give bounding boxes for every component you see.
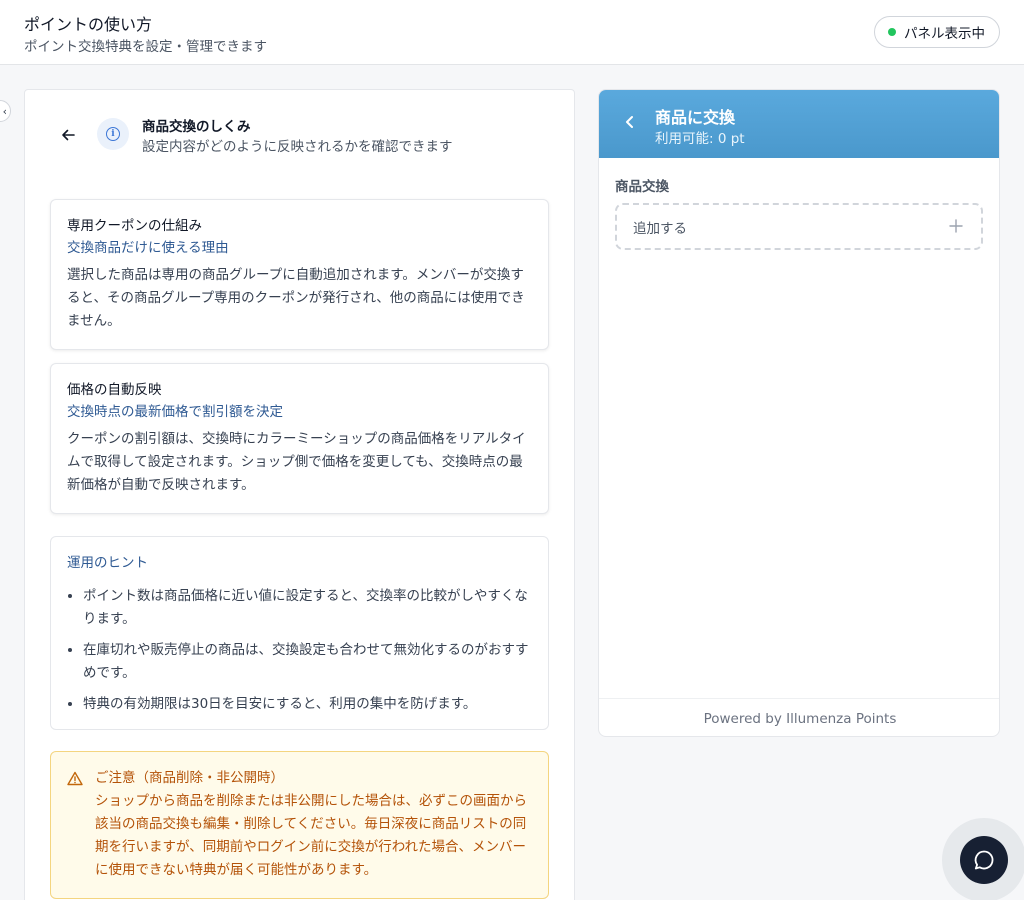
collapse-sidebar-button[interactable]: ‹	[0, 100, 11, 122]
back-button[interactable]	[57, 124, 79, 146]
section-label: 商品交換	[615, 179, 669, 195]
status-label: パネル表示中	[904, 26, 985, 42]
status-dot-icon	[888, 28, 896, 36]
powered-by-footer: Powered by Illumenza Points	[599, 698, 999, 736]
page-title: ポイントの使い方	[24, 15, 153, 34]
info-icon: i	[106, 127, 120, 141]
preview-header: 商品に交換 利用可能: 0 pt	[599, 90, 999, 158]
panel-title: 商品交換のしくみ	[142, 119, 251, 135]
arrow-left-icon	[62, 129, 75, 141]
info-badge: i	[97, 118, 129, 150]
list-item: 特典の有効期限は30日を目安にすると、利用の集中を防げます。	[83, 693, 532, 716]
chat-bubble-icon	[974, 850, 994, 870]
tips-card: 運用のヒント ポイント数は商品価格に近い値に設定すると、交換率の比較がしやすくな…	[50, 536, 549, 730]
page-subtitle: ポイント交換特典を設定・管理できます	[24, 39, 267, 55]
card-subtitle: 交換時点の最新価格で割引額を決定	[67, 404, 283, 420]
add-label: 追加する	[633, 220, 687, 237]
add-exchange-button[interactable]: 追加する	[615, 203, 983, 250]
list-item: ポイント数は商品価格に近い値に設定すると、交換率の比較がしやすくなります。	[83, 585, 532, 631]
exchange-preview-panel: 商品に交換 利用可能: 0 pt 商品交換 追加する Powered by Il…	[598, 89, 1000, 737]
chat-button[interactable]	[960, 836, 1008, 884]
preview-title: 商品に交換	[655, 108, 736, 127]
page-header: ポイントの使い方 ポイント交換特典を設定・管理できます パネル表示中	[0, 0, 1024, 65]
tips-list: ポイント数は商品価格に近い値に設定すると、交換率の比較がしやすくなります。 在庫…	[67, 585, 532, 716]
panel-description: 設定内容がどのように反映されるかを確認できます	[142, 139, 453, 155]
coupon-mechanism-card: 専用クーポンの仕組み 交換商品だけに使える理由 選択した商品は専用の商品グループ…	[50, 199, 549, 350]
panel-status-button[interactable]: パネル表示中	[874, 16, 1000, 48]
list-item: 在庫切れや販売停止の商品は、交換設定も合わせて無効化するのがおすすめです。	[83, 639, 532, 685]
tips-title: 運用のヒント	[67, 555, 148, 571]
available-points: 利用可能: 0 pt	[655, 131, 745, 147]
chevron-left-icon: ‹	[2, 104, 7, 118]
plus-icon	[949, 219, 963, 233]
card-title: 価格の自動反映	[67, 382, 162, 398]
card-subtitle: 交換商品だけに使える理由	[67, 240, 229, 256]
chevron-left-icon[interactable]	[623, 112, 637, 132]
card-body: 選択した商品は専用の商品グループに自動追加されます。メンバーが交換すると、その商…	[67, 267, 525, 329]
price-reflection-card: 価格の自動反映 交換時点の最新価格で割引額を決定 クーポンの割引額は、交換時にカ…	[50, 363, 549, 514]
warning-title: ご注意（商品削除・非公開時）	[95, 770, 284, 786]
warning-triangle-icon	[67, 771, 83, 786]
warning-card: ご注意（商品削除・非公開時） ショップから商品を削除または非公開にした場合は、必…	[50, 751, 549, 899]
warning-body: ショップから商品を削除または非公開にした場合は、必ずこの画面から該当の商品交換も…	[95, 793, 527, 878]
card-body: クーポンの割引額は、交換時にカラーミーショップの商品価格をリアルタイムで取得して…	[67, 431, 526, 493]
card-title: 専用クーポンの仕組み	[67, 218, 202, 234]
info-panel: i 商品交換のしくみ 設定内容がどのように反映されるかを確認できます 専用クーポ…	[24, 89, 575, 900]
